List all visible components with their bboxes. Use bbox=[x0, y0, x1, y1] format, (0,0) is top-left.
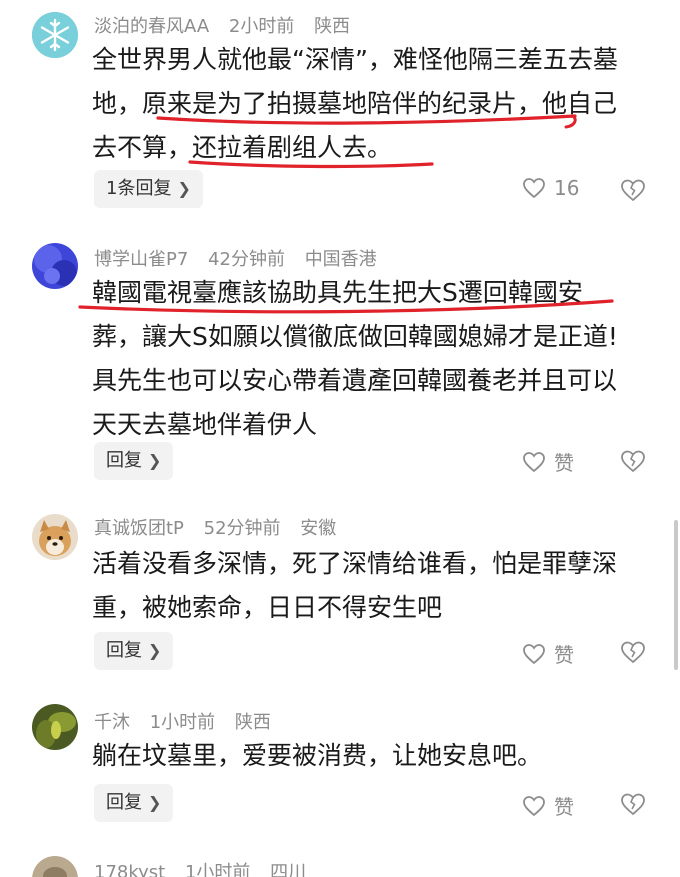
like-count: 赞 bbox=[554, 795, 574, 819]
location: 四川 bbox=[270, 862, 307, 877]
dislike-button[interactable] bbox=[620, 792, 646, 820]
dislike-button[interactable] bbox=[620, 640, 646, 668]
broken-heart-icon bbox=[621, 793, 645, 816]
dislike-button[interactable] bbox=[620, 178, 646, 206]
comment-text: 韓國電視臺應該協助具先生把大S遷回韓國安 葬，讓大S如願以償徹底做回韓國媳婦才是… bbox=[92, 271, 662, 447]
username[interactable]: 千沐 bbox=[94, 712, 130, 733]
avatar[interactable] bbox=[32, 704, 78, 750]
avatar[interactable] bbox=[32, 12, 78, 58]
reply-label: 回复 bbox=[106, 640, 142, 661]
comment-meta: 千沐 1小时前 陕西 bbox=[94, 708, 285, 734]
comment-item: 真诚饭团tP 52分钟前 安徽 活着没看多深情，死了深情给谁看，怕是罪孽深 重，… bbox=[0, 508, 680, 688]
chevron-right-icon: ❯ bbox=[177, 179, 191, 198]
comment-line: 活着没看多深情，死了深情给谁看，怕是罪孽深 bbox=[92, 549, 618, 578]
chevron-right-icon: ❯ bbox=[148, 451, 162, 470]
comment-text: 躺在坟墓里，爱要被消费，让她安息吧。 bbox=[92, 734, 662, 778]
broken-heart-icon bbox=[621, 179, 645, 202]
snowflake-avatar-icon bbox=[32, 12, 78, 58]
reply-button[interactable]: 回复 ❯ bbox=[94, 632, 174, 670]
chevron-right-icon: ❯ bbox=[148, 793, 162, 812]
reply-button[interactable]: 回复 ❯ bbox=[94, 784, 174, 822]
comment-item: 淡泊的春风AA 2小时前 陕西 全世界男人就他最“深情”，难怪他隔三差五去墓 地… bbox=[0, 0, 680, 230]
like-count: 16 bbox=[554, 176, 580, 200]
timestamp: 1小时前 bbox=[149, 712, 216, 733]
like-button[interactable]: 16 bbox=[522, 176, 579, 200]
comment-line: 具先生也可以安心帶着遺產回韓國養老并且可以 bbox=[92, 366, 618, 395]
comment-item: 178kyst 1小时前 四川 bbox=[0, 852, 680, 877]
reply-label: 1条回复 bbox=[106, 178, 172, 199]
comment-item: 博学山雀P7 42分钟前 中国香港 韓國電視臺應該協助具先生把大S遷回韓國安 葬… bbox=[0, 235, 680, 505]
like-count: 赞 bbox=[554, 451, 574, 475]
comment-line: 躺在坟墓里，爱要被消费，让她安息吧。 bbox=[92, 741, 543, 770]
heart-outline-icon bbox=[523, 451, 545, 472]
comment-item: 千沐 1小时前 陕西 躺在坟墓里，爱要被消费，让她安息吧。 回复 ❯ 赞 bbox=[0, 700, 680, 845]
heart-outline-icon bbox=[523, 178, 545, 199]
user-avatar-icon bbox=[32, 856, 78, 877]
comment-line: 韓國電視臺應該協助具先生把大S遷回韓國安 bbox=[92, 278, 583, 307]
broken-heart-icon bbox=[621, 641, 645, 664]
comment-meta: 178kyst 1小时前 四川 bbox=[94, 858, 320, 877]
scrollbar[interactable] bbox=[674, 520, 678, 670]
bird-avatar-icon bbox=[32, 243, 78, 289]
location: 陕西 bbox=[314, 16, 351, 37]
comment-text: 活着没看多深情，死了深情给谁看，怕是罪孽深 重，被她索命，日日不得安生吧 bbox=[92, 542, 662, 630]
comment-meta: 淡泊的春风AA 2小时前 陕西 bbox=[94, 12, 364, 38]
dislike-button[interactable] bbox=[620, 449, 646, 477]
comment-meta: 真诚饭团tP 52分钟前 安徽 bbox=[94, 514, 350, 540]
comment-text: 全世界男人就他最“深情”，难怪他隔三差五去墓 地，原来是为了拍摄墓地陪伴的纪录片… bbox=[92, 38, 662, 170]
timestamp: 2小时前 bbox=[228, 16, 295, 37]
like-button[interactable]: 赞 bbox=[522, 639, 574, 668]
comment-line: 去不算，还拉着剧组人去。 bbox=[92, 133, 393, 162]
dog-avatar-icon bbox=[32, 514, 78, 560]
comment-line: 重，被她索命，日日不得安生吧 bbox=[92, 593, 443, 622]
avatar[interactable] bbox=[32, 243, 78, 289]
location: 安徽 bbox=[300, 518, 337, 539]
username[interactable]: 178kyst bbox=[94, 862, 165, 877]
comment-line: 天天去墓地伴着伊人 bbox=[92, 410, 318, 439]
avatar[interactable] bbox=[32, 856, 78, 877]
avatar[interactable] bbox=[32, 514, 78, 560]
username[interactable]: 真诚饭团tP bbox=[94, 518, 184, 539]
timestamp: 52分钟前 bbox=[203, 518, 281, 539]
location: 中国香港 bbox=[304, 249, 377, 270]
like-button[interactable]: 赞 bbox=[522, 447, 574, 476]
location: 陕西 bbox=[234, 712, 271, 733]
timestamp: 42分钟前 bbox=[208, 249, 285, 270]
reply-label: 回复 bbox=[106, 450, 142, 471]
like-count: 赞 bbox=[554, 643, 574, 667]
comment-line: 全世界男人就他最“深情”，难怪他隔三差五去墓 bbox=[92, 45, 618, 74]
username[interactable]: 淡泊的春风AA bbox=[94, 16, 209, 37]
reply-button[interactable]: 回复 ❯ bbox=[94, 442, 174, 480]
timestamp: 1小时前 bbox=[184, 862, 251, 877]
username[interactable]: 博学山雀P7 bbox=[94, 249, 188, 270]
heart-outline-icon bbox=[523, 795, 545, 816]
comment-line: 地，原来是为了拍摄墓地陪伴的纪录片，他自己 bbox=[92, 89, 618, 118]
reply-label: 回复 bbox=[106, 792, 142, 813]
plant-avatar-icon bbox=[32, 704, 78, 750]
like-button[interactable]: 赞 bbox=[522, 791, 574, 820]
reply-button[interactable]: 1条回复 ❯ bbox=[94, 170, 203, 208]
heart-outline-icon bbox=[523, 643, 545, 664]
comment-line: 葬，讓大S如願以償徹底做回韓國媳婦才是正道! bbox=[92, 322, 618, 351]
broken-heart-icon bbox=[621, 450, 645, 473]
chevron-right-icon: ❯ bbox=[148, 641, 162, 660]
comment-meta: 博学山雀P7 42分钟前 中国香港 bbox=[94, 245, 391, 271]
